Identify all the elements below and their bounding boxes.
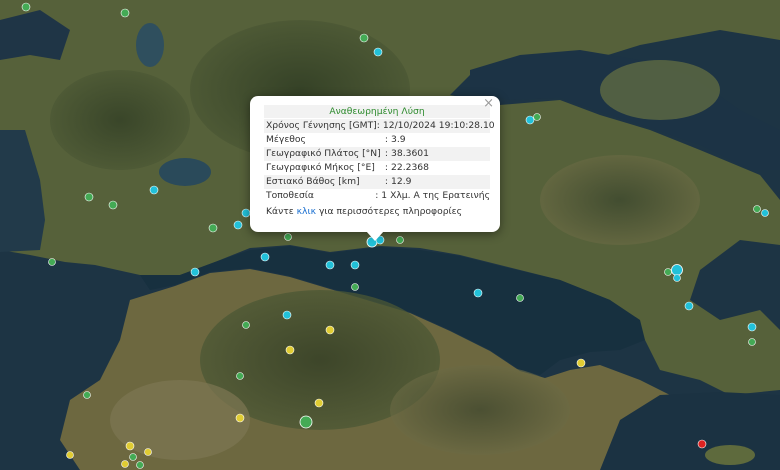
- earthquake-marker[interactable]: [282, 310, 292, 320]
- separator: :: [384, 148, 388, 159]
- earthquake-marker[interactable]: [350, 260, 360, 270]
- earthquake-marker[interactable]: [136, 461, 144, 469]
- earthquake-marker[interactable]: [84, 192, 94, 202]
- separator: :: [384, 134, 388, 145]
- info-label: Γεωγραφικό Μήκος [°E]: [266, 162, 375, 173]
- earthquake-marker[interactable]: [233, 220, 243, 230]
- mountains-corinthia: [390, 365, 570, 455]
- earthquake-marker[interactable]: [351, 283, 359, 291]
- earthquake-marker[interactable]: [516, 294, 524, 302]
- info-label: Χρόνος Γέννησης [GMT]: [266, 120, 377, 131]
- earthquake-marker[interactable]: [241, 208, 251, 218]
- earthquake-marker[interactable]: [325, 325, 335, 335]
- separator: :: [384, 162, 388, 173]
- info-row-depth: Εστιακό Βάθος [km] : 12.9: [264, 175, 490, 189]
- earthquake-marker[interactable]: [121, 460, 129, 468]
- info-row-location: Τοποθεσία : 1 Χλμ. Α της Ερατεινής: [264, 189, 490, 203]
- earthquake-marker[interactable]: [396, 236, 404, 244]
- earthquake-marker[interactable]: [325, 260, 335, 270]
- earthquake-marker[interactable]: [108, 200, 118, 210]
- earthquake-marker[interactable]: [673, 274, 681, 282]
- info-value: 12/10/2024 19:10:28.10: [382, 120, 495, 131]
- earthquake-marker[interactable]: [684, 301, 694, 311]
- more-info-prefix: Κάντε: [266, 206, 297, 217]
- earthquake-marker[interactable]: [242, 321, 250, 329]
- earthquake-marker[interactable]: [83, 391, 91, 399]
- earthquake-marker[interactable]: [533, 113, 541, 121]
- earthquake-marker[interactable]: [748, 338, 756, 346]
- earthquake-marker[interactable]: [66, 451, 74, 459]
- earthquake-marker[interactable]: [664, 268, 672, 276]
- euboea-north: [600, 60, 720, 120]
- popup-pointer: [366, 231, 384, 241]
- earthquake-marker[interactable]: [21, 2, 31, 12]
- earthquake-marker[interactable]: [48, 258, 56, 266]
- info-row-origin-time: Χρόνος Γέννησης [GMT] : 12/10/2024 19:10…: [264, 119, 495, 133]
- info-label: Τοποθεσία: [266, 190, 314, 201]
- earthquake-info-popup: × Αναθεωρημένη Λύση Χρόνος Γέννησης [GMT…: [250, 96, 500, 241]
- earthquake-marker[interactable]: [314, 398, 324, 408]
- info-label: Εστιακό Βάθος [km]: [266, 176, 360, 187]
- info-label: Μέγεθος: [266, 134, 306, 145]
- earthquake-marker[interactable]: [129, 453, 137, 461]
- info-row-magnitude: Μέγεθος : 3.9: [264, 133, 490, 147]
- earthquake-marker[interactable]: [373, 47, 383, 57]
- lake-kremasta: [136, 23, 164, 67]
- earthquake-marker[interactable]: [149, 185, 159, 195]
- aegina-island: [705, 445, 755, 465]
- earthquake-marker[interactable]: [697, 439, 707, 449]
- popup-title: Αναθεωρημένη Λύση: [264, 105, 490, 118]
- earthquake-marker[interactable]: [525, 115, 535, 125]
- info-value: 38.3601: [391, 148, 429, 159]
- earthquake-marker[interactable]: [747, 322, 757, 332]
- earthquake-marker[interactable]: [235, 413, 245, 423]
- more-info-suffix: για περισσότερες πληροφορίες: [316, 206, 463, 217]
- earthquake-marker[interactable]: [190, 267, 200, 277]
- map-view[interactable]: × Αναθεωρημένη Λύση Χρόνος Γέννησης [GMT…: [0, 0, 780, 470]
- earthquake-marker[interactable]: [473, 288, 483, 298]
- more-info-line: Κάντε κλικ για περισσότερες πληροφορίες: [264, 206, 490, 217]
- info-value: 22.2368: [391, 162, 429, 173]
- info-row-longitude: Γεωγραφικό Μήκος [°E] : 22.2368: [264, 161, 490, 175]
- mountains-west: [50, 70, 190, 170]
- satellite-basemap[interactable]: [0, 0, 780, 470]
- earthquake-marker[interactable]: [753, 205, 761, 213]
- earthquake-marker[interactable]: [236, 372, 244, 380]
- info-label: Γεωγραφικό Πλάτος [°N]: [266, 148, 381, 159]
- close-icon[interactable]: ×: [483, 97, 494, 111]
- earthquake-marker[interactable]: [144, 448, 152, 456]
- earthquake-marker[interactable]: [299, 415, 313, 429]
- info-value: 1 Χλμ. Α της Ερατεινής: [381, 190, 490, 201]
- info-value: 3.9: [391, 134, 406, 145]
- earthquake-marker[interactable]: [125, 441, 135, 451]
- earthquake-marker[interactable]: [284, 233, 292, 241]
- separator: :: [375, 190, 379, 201]
- earthquake-marker[interactable]: [120, 8, 130, 18]
- earthquake-marker[interactable]: [285, 345, 295, 355]
- lake-trichonida: [159, 158, 211, 186]
- info-row-latitude: Γεωγραφικό Πλάτος [°N] : 38.3601: [264, 147, 490, 161]
- earthquake-marker[interactable]: [576, 358, 586, 368]
- earthquake-marker[interactable]: [260, 252, 270, 262]
- mountains-east: [540, 155, 700, 245]
- separator: :: [384, 176, 388, 187]
- info-table: Χρόνος Γέννησης [GMT] : 12/10/2024 19:10…: [264, 119, 495, 203]
- earthquake-marker[interactable]: [208, 223, 218, 233]
- earthquake-marker[interactable]: [359, 33, 369, 43]
- info-value: 12.9: [391, 176, 412, 187]
- earthquake-marker[interactable]: [761, 209, 769, 217]
- more-info-link[interactable]: κλικ: [297, 206, 316, 217]
- earthquake-marker[interactable]: [671, 264, 683, 276]
